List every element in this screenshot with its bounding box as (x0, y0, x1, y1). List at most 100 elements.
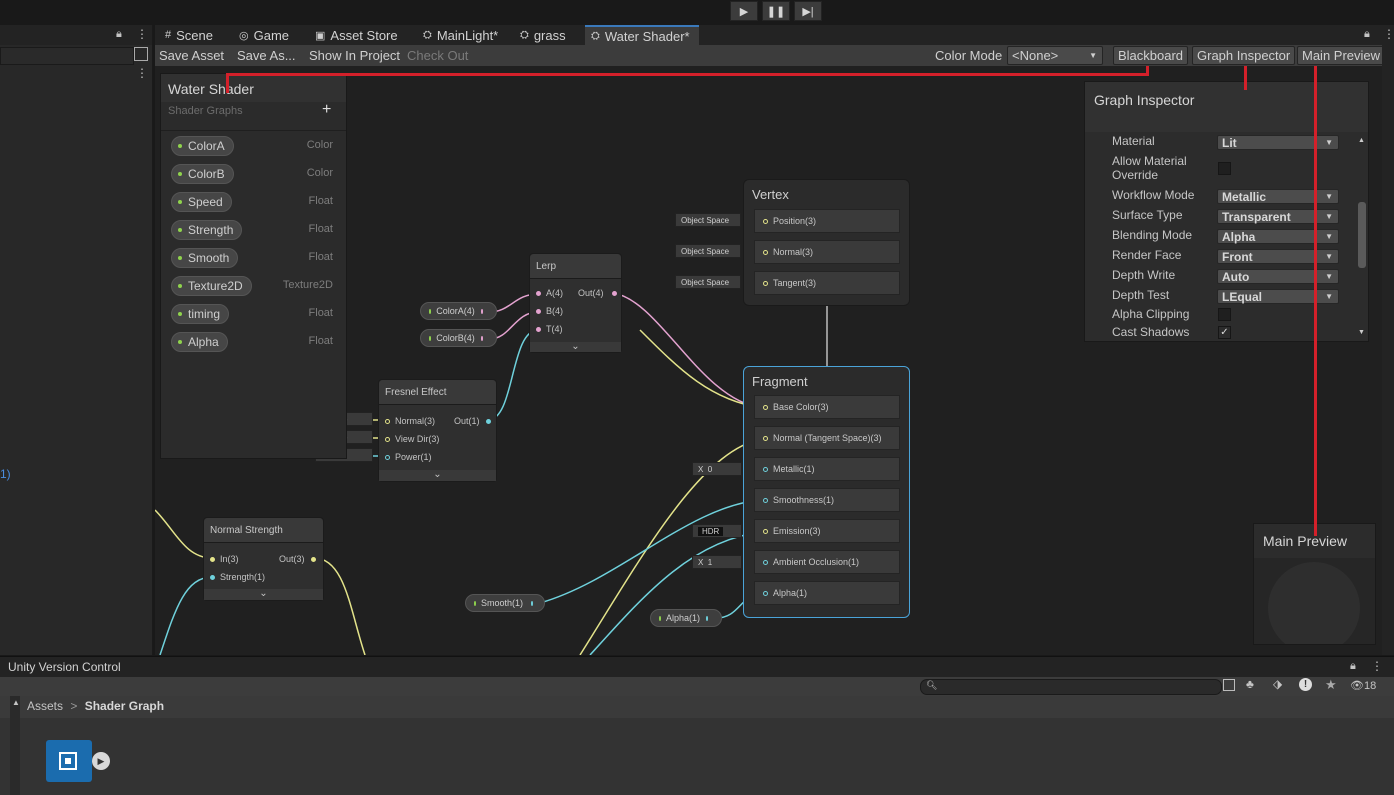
blackboard-property-alpha[interactable]: Alpha Float (171, 332, 343, 354)
normal-strength-output[interactable]: Out(3) (279, 554, 321, 564)
tab-scene[interactable]: # Scene (159, 25, 219, 45)
tab-asset-store[interactable]: ▣ Asset Store (309, 25, 404, 45)
collapse-toggle[interactable]: ⌄ (530, 342, 621, 352)
collapse-toggle[interactable]: ⌄ (204, 589, 323, 600)
fragment-slot-smoothness[interactable]: Smoothness(1) (754, 488, 900, 512)
position-space-input[interactable]: Object Space (675, 213, 741, 227)
lerp-node[interactable]: Lerp A(4) B(4) T(4) Out(4) ⌄ (529, 253, 622, 353)
inspector-checkbox[interactable] (1218, 308, 1231, 321)
normal-strength-node[interactable]: Normal Strength In(3) Strength(1) Out(3)… (203, 517, 324, 601)
main-preview-toggle-button[interactable]: Main Preview (1297, 46, 1386, 65)
ao-value-input[interactable]: X 1 (692, 555, 742, 569)
collapse-toggle[interactable]: ⌄ (379, 470, 496, 481)
add-property-button[interactable]: + (322, 101, 331, 119)
inspector-dropdown[interactable]: Alpha ▼ (1217, 229, 1339, 244)
vertex-context[interactable]: Vertex Position(3) Normal(3) Tangent(3) (743, 179, 910, 306)
scroll-up-icon[interactable]: ▲ (12, 698, 20, 707)
lerp-input-t[interactable]: T(4) (536, 324, 563, 334)
more-menu-icon[interactable]: ⋮ (136, 27, 148, 41)
lock-icon[interactable]: 🔒︎ (116, 28, 122, 41)
blackboard-property-colora[interactable]: ColorA Color (171, 136, 343, 158)
expand-asset-icon[interactable]: ▶ (92, 752, 110, 770)
fresnel-input-power[interactable]: Power(1) (385, 452, 432, 462)
fresnel-effect-node[interactable]: Fresnel Effect Normal(3) View Dir(3) Pow… (378, 379, 497, 482)
property-pill[interactable]: Alpha (171, 332, 228, 352)
pause-button[interactable]: ❚❚ (762, 1, 790, 21)
lerp-input-b[interactable]: B(4) (536, 306, 563, 316)
smooth-property-node[interactable]: Smooth(1) (465, 594, 545, 612)
hierarchy-search-input[interactable] (0, 47, 134, 65)
fragment-slot-alpha[interactable]: Alpha(1) (754, 581, 900, 605)
show-in-project-button[interactable]: Show In Project (305, 46, 404, 65)
graph-inspector-panel[interactable]: Graph Inspector Material Lit ▼ Allow Materi… (1084, 81, 1369, 342)
vertex-slot-tangent[interactable]: Tangent(3) (754, 271, 900, 295)
lerp-output[interactable]: Out(4) (578, 288, 622, 298)
fragment-context[interactable]: Fragment Base Color(3) Normal (Tangent S… (743, 366, 910, 618)
right-scrollbar[interactable] (1382, 45, 1394, 655)
fragment-slot-emission[interactable]: Emission(3) (754, 519, 900, 543)
inspector-dropdown[interactable]: LEqual ▼ (1217, 289, 1339, 304)
lock-icon[interactable]: 🔒︎ (1364, 28, 1370, 41)
inspector-dropdown[interactable]: Auto ▼ (1217, 269, 1339, 284)
scroll-down-icon[interactable]: ▼ (1358, 329, 1365, 336)
vertex-slot-normal[interactable]: Normal(3) (754, 240, 900, 264)
lock-icon[interactable]: 🔒︎ (1350, 660, 1356, 673)
inspector-dropdown[interactable]: Metallic ▼ (1217, 189, 1339, 204)
fresnel-input-normal[interactable]: Normal(3) (385, 416, 435, 426)
inspector-dropdown[interactable]: Transparent ▼ (1217, 209, 1339, 224)
more-menu-icon[interactable]: ⋮ (1371, 659, 1383, 673)
tab-water-shader[interactable]: ⛭ Water Shader* (585, 25, 699, 45)
save-asset-button[interactable]: Save Asset (155, 46, 228, 65)
tree-scrollbar[interactable] (10, 718, 20, 795)
fragment-slot-base-color[interactable]: Base Color(3) (754, 395, 900, 419)
scroll-up-icon[interactable]: ▲ (1358, 137, 1365, 144)
scroll-thumb[interactable] (1358, 202, 1366, 268)
shader-graph-asset-icon[interactable] (46, 740, 92, 782)
tab-mainlight[interactable]: ⛭ MainLight* (417, 25, 504, 45)
fragment-slot-metallic[interactable]: Metallic(1) (754, 457, 900, 481)
fresnel-input-viewdir[interactable]: View Dir(3) (385, 434, 439, 444)
favorite-star-icon[interactable]: ★ (1325, 677, 1337, 693)
tab-grass[interactable]: ⛭ grass (514, 25, 572, 45)
save-as-button[interactable]: Save As... (233, 46, 300, 65)
more-menu-icon[interactable]: ⋮ (1383, 27, 1394, 41)
blackboard-property-timing[interactable]: timing Float (171, 304, 343, 326)
blackboard-property-smooth[interactable]: Smooth Float (171, 248, 343, 270)
blackboard-property-speed[interactable]: Speed Float (171, 192, 343, 214)
property-pill[interactable]: Strength (171, 220, 243, 240)
fragment-slot-ambient-occlusion[interactable]: Ambient Occlusion(1) (754, 550, 900, 574)
search-options-icon[interactable] (134, 47, 148, 61)
alpha-property-node[interactable]: Alpha(1) (650, 609, 722, 627)
property-pill[interactable]: ColorB (171, 164, 234, 184)
fragment-slot-normal[interactable]: Normal (Tangent Space)(3) (754, 426, 900, 450)
issues-icon[interactable]: ! (1299, 678, 1312, 691)
blackboard-toggle-button[interactable]: Blackboard (1113, 46, 1189, 65)
blackboard-property-texture2d[interactable]: Texture2D Texture2D (171, 276, 343, 298)
tangent-space-input[interactable]: Object Space (675, 275, 741, 289)
step-button[interactable]: ▶| (794, 1, 822, 21)
graph-inspector-toggle-button[interactable]: Graph Inspector (1192, 46, 1296, 65)
blackboard-property-colorb[interactable]: ColorB Color (171, 164, 343, 186)
lerp-input-a[interactable]: A(4) (536, 288, 563, 298)
metallic-value-input[interactable]: X 0 (692, 462, 742, 476)
inspector-dropdown[interactable]: Front ▼ (1217, 249, 1339, 264)
check-out-button[interactable]: Check Out (403, 46, 472, 65)
blackboard-panel[interactable]: Water Shader Shader Graphs + ColorA Color… (160, 73, 347, 459)
inspector-checkbox[interactable]: ✓ (1218, 326, 1231, 339)
breadcrumb-assets[interactable]: Assets (27, 699, 63, 713)
property-pill[interactable]: Texture2D (171, 276, 252, 296)
blackboard-property-strength[interactable]: Strength Float (171, 220, 343, 242)
property-pill[interactable]: Speed (171, 192, 232, 212)
property-pill[interactable]: timing (171, 304, 230, 324)
inspector-checkbox[interactable] (1218, 162, 1231, 175)
main-preview-panel[interactable]: Main Preview (1253, 523, 1376, 645)
visibility-count[interactable]: 👁︎18 (1350, 679, 1376, 692)
search-by-type-icon[interactable] (1223, 679, 1235, 691)
preview-viewport[interactable] (1254, 558, 1375, 644)
breadcrumb-shader-graph[interactable]: Shader Graph (85, 699, 164, 713)
fresnel-output[interactable]: Out(1) (454, 416, 496, 426)
emission-color-input[interactable]: HDR (692, 524, 742, 538)
property-pill[interactable]: ColorA (171, 136, 234, 156)
tab-unity-version-control[interactable]: Unity Version Control (0, 660, 121, 674)
label-tag-icon[interactable]: ⬗ (1273, 677, 1282, 691)
